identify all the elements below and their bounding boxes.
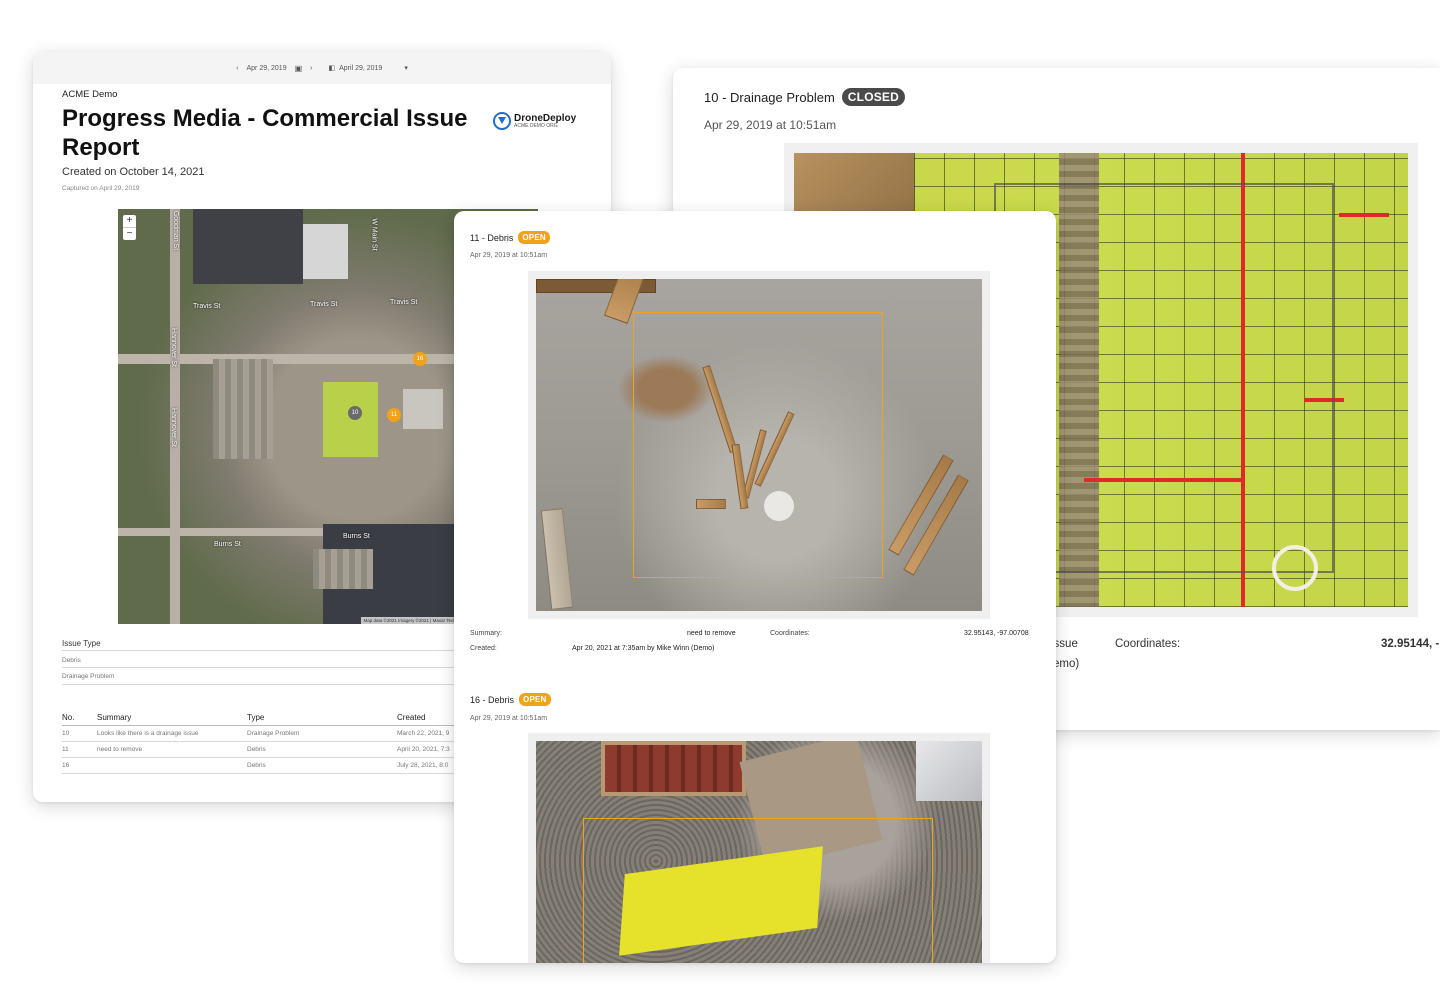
drainage-issue-date: Apr 29, 2019 at 10:51am <box>704 118 837 132</box>
dronedeploy-logo: DroneDeploy ACME DEMO ORG <box>493 112 576 130</box>
drainage-issue-title-row: 10 - Drainage Problem CLOSED <box>704 88 906 106</box>
issue-11-title: 11 - Debris <box>470 232 514 243</box>
street-label: W Main St <box>370 218 378 251</box>
issue-type-heading: Issue Type <box>62 639 101 648</box>
photo-debris <box>540 508 574 610</box>
map-building <box>193 209 303 284</box>
map-building <box>403 389 443 429</box>
street-label: Burns St <box>214 541 241 548</box>
issue-11-created-value: Apr 20, 2021 at 7:35am by Mike Winn (Dem… <box>572 645 715 652</box>
zoom-in-button[interactable]: + <box>123 215 136 227</box>
dronedeploy-logo-icon <box>493 112 511 130</box>
table-cell-created: July 28, 2021, 8:0 <box>397 762 449 769</box>
street-label: Travis St <box>310 301 338 308</box>
map-construction-pad <box>323 382 378 457</box>
status-badge-closed: CLOSED <box>841 88 906 106</box>
zoom-out-button[interactable]: − <box>123 227 136 240</box>
street-label: Goodman St <box>172 210 180 251</box>
divider <box>62 757 482 758</box>
divider <box>62 667 482 668</box>
issue-11-summary-label: Summary: <box>470 630 502 637</box>
issue-16-title-row: 16 - Debris OPEN <box>470 693 551 706</box>
photo-red-line <box>1339 213 1389 217</box>
calendar-icon[interactable]: ▣ <box>295 64 303 73</box>
table-cell-created: April 20, 2021, 7:3 <box>397 746 450 753</box>
issue-11-photo[interactable] <box>536 279 982 611</box>
table-header-no: No. <box>62 713 75 722</box>
table-cell-type: Debris <box>247 762 266 769</box>
report-created: Created on October 14, 2021 <box>62 166 205 178</box>
status-badge-open: OPEN <box>518 231 550 244</box>
street-label: Hannover St <box>169 328 177 367</box>
issue-16-photo[interactable] <box>536 741 982 963</box>
table-cell-type: Drainage Problem <box>247 730 300 737</box>
divider <box>62 741 482 742</box>
map-pin-11[interactable]: 11 <box>387 408 401 422</box>
map-parking-lot <box>213 359 273 459</box>
table-cell-summary: need to remove <box>97 746 143 753</box>
selection-box <box>633 312 883 578</box>
date-select[interactable]: ◧ April 29, 2019 ▾ <box>328 64 408 73</box>
table-header-type: Type <box>247 713 265 722</box>
issue-11-date: Apr 29, 2019 at 10:51am <box>470 252 548 259</box>
street-label: Travis St <box>390 299 418 306</box>
table-header-created: Created <box>397 713 426 722</box>
report-toolbar: ‹ Apr 29, 2019 ▣ › ◧ April 29, 2019 ▾ <box>33 52 611 84</box>
drainage-issue-title: 10 - Drainage Problem <box>704 89 835 105</box>
issue-11-coordinates-value: 32.95143, -97.00708 <box>964 630 1029 637</box>
issue-11-title-row: 11 - Debris OPEN <box>470 231 550 244</box>
map-pin-10[interactable]: 10 <box>348 406 362 420</box>
drainage-meta-created: emo) <box>1053 658 1080 670</box>
table-cell-summary: Looks like there is a drainage issue <box>97 730 199 737</box>
map-zoom-control: + − <box>123 215 136 240</box>
issue-16-title: 16 - Debris <box>470 694 515 705</box>
status-badge-open: OPEN <box>519 693 551 706</box>
compare-icon: ◧ <box>328 65 336 72</box>
table-header-summary: Summary <box>97 713 132 722</box>
issue-11-created-label: Created: <box>470 645 497 652</box>
table-cell-type: Debris <box>247 746 266 753</box>
chevron-right-icon[interactable]: › <box>310 65 312 72</box>
date-select-value: April 29, 2019 <box>339 64 383 72</box>
photo-bag <box>916 741 982 801</box>
map-pin-16[interactable]: 16 <box>413 352 427 366</box>
issue-16-photo-frame <box>528 733 990 963</box>
debris-issues-card: 11 - Debris OPEN Apr 29, 2019 at 10:51am… <box>454 211 1056 963</box>
map-building <box>303 224 348 279</box>
issue-16-date: Apr 29, 2019 at 10:51am <box>470 715 548 722</box>
issue-11-coordinates-label: Coordinates: <box>770 630 810 637</box>
logo-brand: DroneDeploy <box>514 112 577 124</box>
table-cell-no: 11 <box>62 746 69 753</box>
table-cell-created: March 22, 2021, 9 <box>397 730 450 737</box>
street-label: Burns St <box>343 533 370 540</box>
drainage-coordinates-label: Coordinates: <box>1115 638 1181 650</box>
org-name: ACME Demo <box>62 89 118 100</box>
divider <box>62 773 482 774</box>
divider <box>62 684 482 685</box>
selection-box <box>583 818 933 963</box>
caret-down-icon: ▾ <box>404 65 408 72</box>
table-cell-no: 10 <box>62 730 70 737</box>
map-parking-lot <box>313 549 373 589</box>
report-captured: Captured on April 29, 2019 <box>62 185 140 192</box>
drainage-coordinates-value: 32.95144, - <box>1381 638 1440 650</box>
street-label: Travis St <box>193 303 221 310</box>
photo-drain <box>1272 545 1318 591</box>
logo-sub: ACME DEMO ORG <box>514 122 558 129</box>
report-title: Progress Media - Commercial Issue Report <box>62 105 468 161</box>
date-left[interactable]: Apr 29, 2019 <box>247 65 287 72</box>
issue-type-item: Debris <box>62 657 81 664</box>
table-cell-no: 16 <box>62 762 70 769</box>
chevron-left-icon[interactable]: ‹ <box>236 65 238 72</box>
photo-brick-crate <box>601 741 746 796</box>
issue-11-summary-value: need to remove <box>687 630 736 637</box>
divider <box>62 650 482 651</box>
issue-type-item: Drainage Problem <box>62 673 115 680</box>
issue-11-photo-frame <box>528 271 990 619</box>
divider <box>62 725 482 726</box>
street-label: Hannover St <box>169 408 177 447</box>
